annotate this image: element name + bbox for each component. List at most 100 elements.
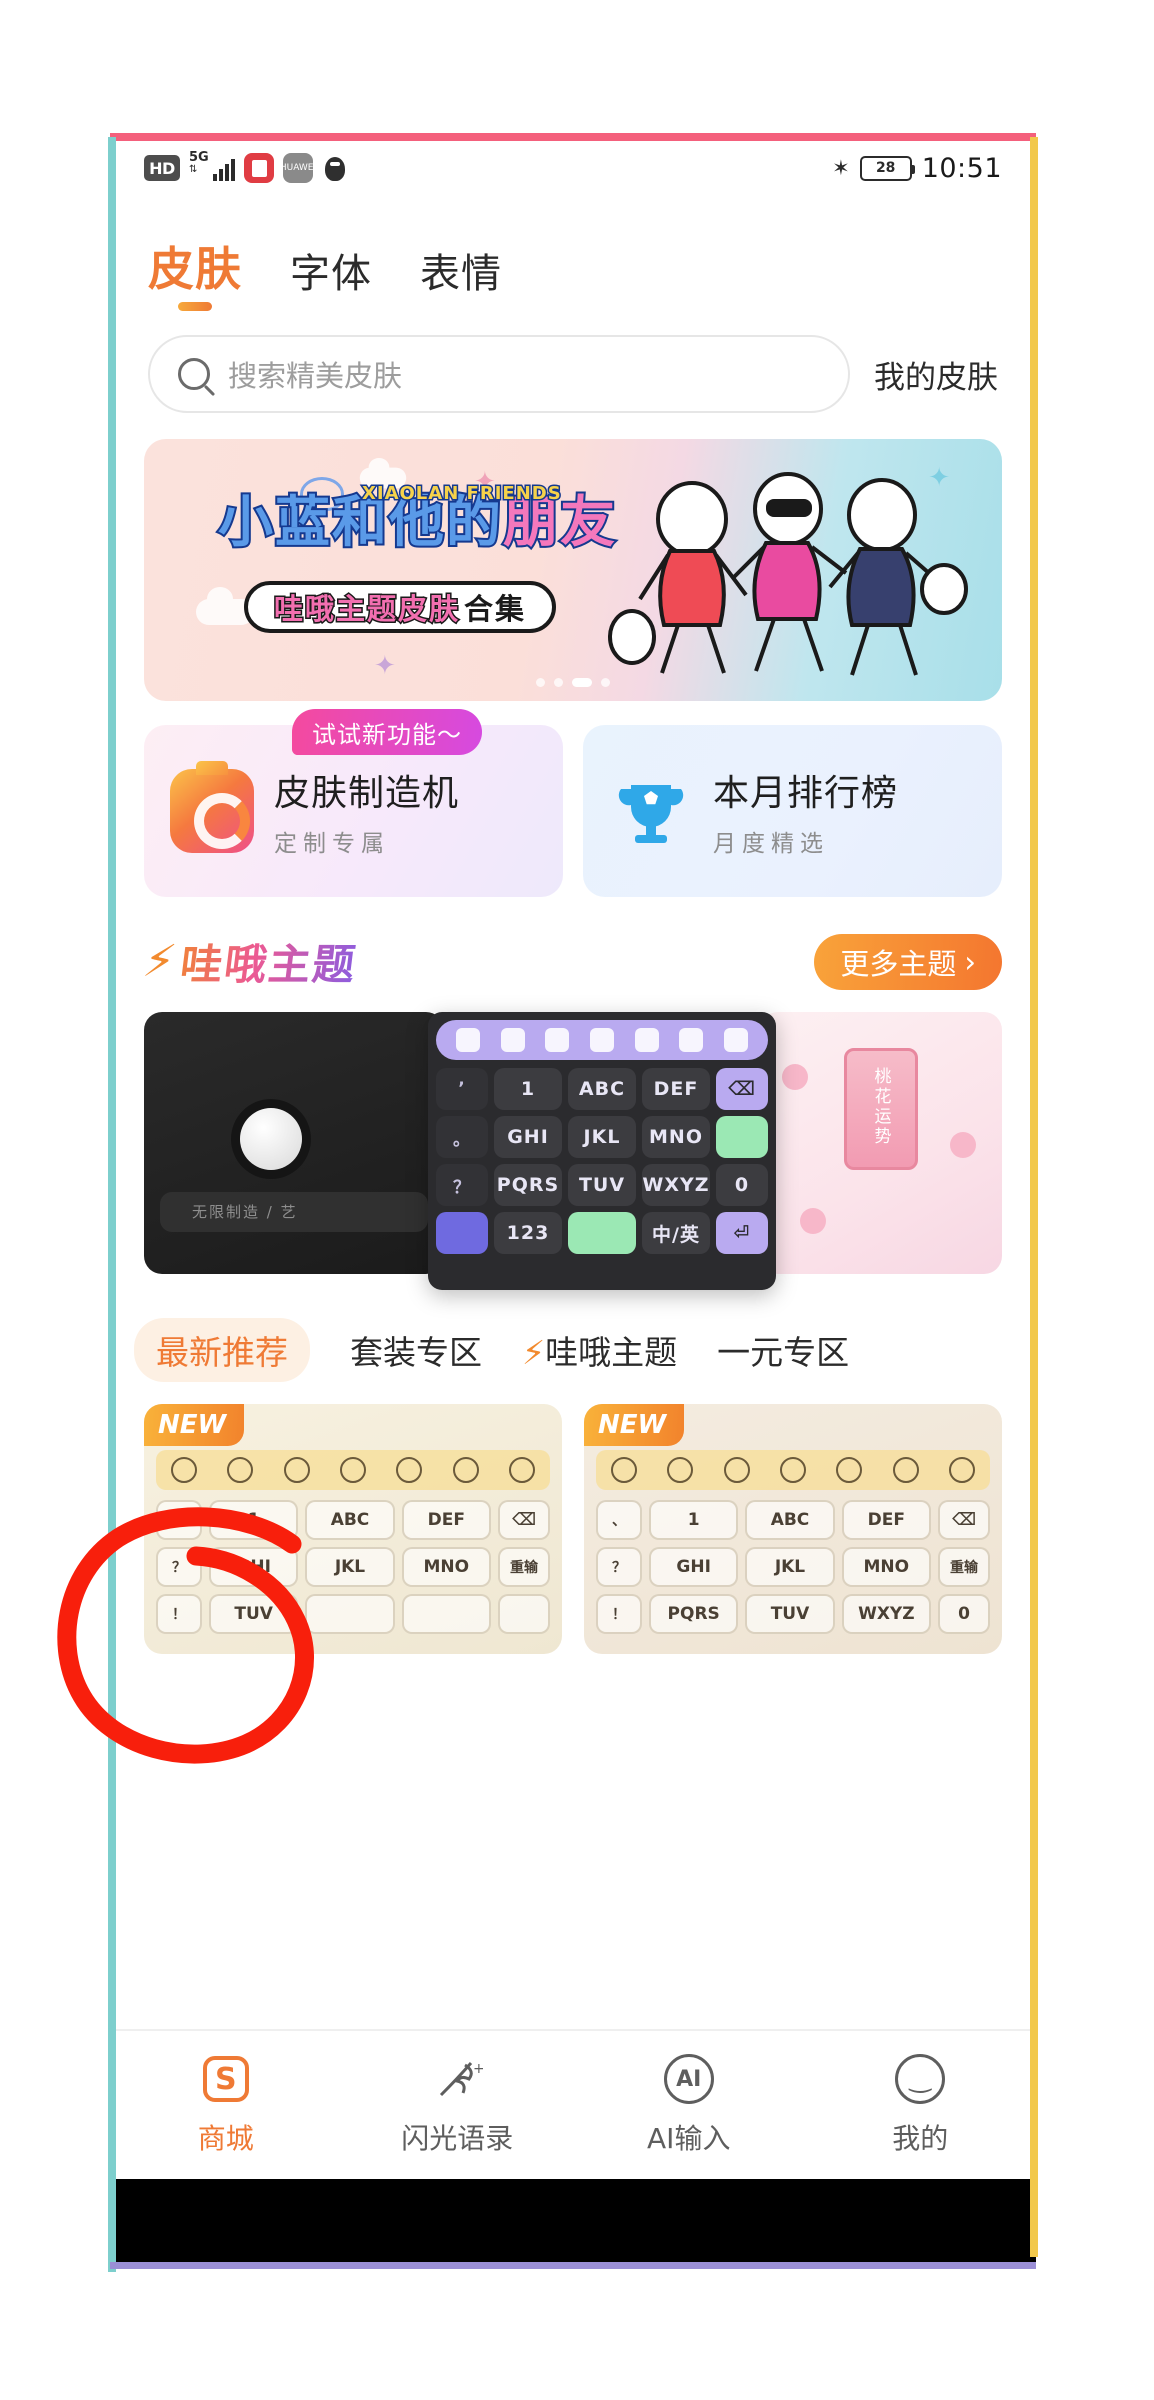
mic-icon [339, 1457, 366, 1483]
monthly-ranking-card[interactable]: 本月排行榜 月度精选 [583, 725, 1002, 897]
category-tab-latest[interactable]: 最新推荐 [134, 1318, 310, 1382]
kb-key-punct[interactable]: ？ [436, 1164, 488, 1206]
skin-key-tuv[interactable]: TUV [209, 1594, 299, 1634]
my-skins-button[interactable]: 我的皮肤 [874, 352, 998, 397]
kb-key-wxyz[interactable]: WXYZ [642, 1164, 710, 1206]
kb-key-clear[interactable] [716, 1116, 768, 1158]
bluetooth-icon: ✶ [832, 155, 850, 180]
skin-key-wxyz[interactable]: WXYZ [841, 1594, 931, 1634]
skin-key-mno[interactable]: MNO [841, 1547, 931, 1587]
more-themes-label: 更多主题 [840, 946, 957, 981]
theme-preview-keyboard[interactable]: ’ 1 ABC DEF ⌫ 。 GHI JKL MNO ？ PQRS TUV W… [428, 1012, 776, 1290]
skin-key-backspace[interactable]: ⌫ [498, 1500, 550, 1540]
skin-key-punct[interactable]: ！ [596, 1594, 642, 1634]
more-themes-button[interactable]: 更多主题 › [814, 933, 1002, 990]
emoji-icon [227, 1457, 254, 1483]
nav-item-quotes-label: 闪光语录 [401, 2122, 514, 2155]
theme-preview-pink[interactable]: 桃花运势 [760, 1012, 1002, 1274]
skin-maker-subtitle: 定制专属 [274, 831, 390, 857]
skin-key-clear[interactable]: 重输 [938, 1547, 990, 1587]
search-row: 搜索精美皮肤 我的皮肤 [110, 315, 1036, 413]
skin-key-ghi[interactable]: GHI [209, 1547, 299, 1587]
category-tab-bundle[interactable]: 套装专区 [350, 1326, 482, 1374]
frame-edge-bottom [110, 2262, 1036, 2269]
theme-preview-dark[interactable]: 无限制造 / 艺 [144, 1012, 444, 1274]
skin-key-tuv[interactable]: TUV [745, 1594, 835, 1634]
tab-skins[interactable]: 皮肤 [148, 233, 242, 315]
category-tab-oneyuan[interactable]: 一元专区 [717, 1326, 849, 1374]
signal-5g-icon: 5G ⇅ [189, 151, 235, 183]
skin-key-abc[interactable]: ABC [305, 1500, 395, 1540]
kb-key-jkl[interactable]: JKL [568, 1116, 636, 1158]
smile-circle-icon: ‿ [894, 2053, 946, 2105]
kb-key-space[interactable] [568, 1212, 636, 1254]
kb-key-ghi[interactable]: GHI [494, 1116, 562, 1158]
battery-icon: 28 [859, 155, 915, 181]
skin-key-extra[interactable] [305, 1594, 395, 1634]
camera-icon [170, 761, 254, 853]
kb-key-def[interactable]: DEF [642, 1068, 710, 1110]
promo-banner[interactable]: ✦ ✦ ✦ 小蓝和他的朋友 XIAOLAN FRIENDS 哇哦主题皮肤 合集 [144, 439, 1002, 701]
skin-key-extra[interactable] [401, 1594, 491, 1634]
frame-edge-right [1030, 137, 1038, 2257]
skin-key-backspace[interactable]: ⌫ [938, 1500, 990, 1540]
skin-key-abc[interactable]: ABC [745, 1500, 835, 1540]
skin-key-punct[interactable]: ？ [156, 1547, 202, 1587]
kb-key-mno[interactable]: MNO [642, 1116, 710, 1158]
skin-key-0[interactable]: 0 [938, 1594, 990, 1634]
theme-carousel: 无限制造 / 艺 ’ 1 ABC DEF ⌫ 。 GHI JKL MNO ？ P… [110, 992, 1036, 1290]
skin-card[interactable]: NEW 、 1 ABC DEF ⌫ ？ GHI [584, 1404, 1002, 1654]
kb-key-123[interactable]: 123 [494, 1212, 562, 1254]
skin-key-pqrs[interactable]: PQRS [649, 1594, 739, 1634]
skin-key-punct[interactable]: ？ [596, 1547, 642, 1587]
skin-key-mno[interactable]: MNO [401, 1547, 491, 1587]
skin-key-1[interactable]: 1 [649, 1500, 739, 1540]
phone-screen: HD 5G ⇅ HUAWEI ✶ 28 10:51 皮肤 字体 表情 搜索精美皮… [110, 137, 1036, 2267]
skin-maker-card[interactable]: 试试新功能～ 皮肤制造机 定制专属 [144, 709, 563, 897]
status-bar: HD 5G ⇅ HUAWEI ✶ 28 10:51 [110, 137, 1036, 199]
handwriting-icon [396, 1457, 423, 1483]
kb-key-0[interactable]: 0 [716, 1164, 768, 1206]
skin-key-clear[interactable]: 重输 [498, 1547, 550, 1587]
search-input[interactable]: 搜索精美皮肤 [148, 335, 850, 413]
skin-key-def[interactable]: DEF [401, 1500, 491, 1540]
skin-key-punct[interactable]: 、 [156, 1500, 202, 1540]
skin-key-extra[interactable] [498, 1594, 550, 1634]
fortune-card-decor: 桃花运势 [844, 1048, 918, 1170]
kb-key-abc[interactable]: ABC [568, 1068, 636, 1110]
handwriting-icon [634, 1028, 659, 1052]
tab-fonts[interactable]: 字体 [290, 241, 372, 315]
tab-active-underline [178, 302, 212, 311]
skin-key-def[interactable]: DEF [841, 1500, 931, 1540]
skin-key-jkl[interactable]: JKL [305, 1547, 395, 1587]
kb-key-pqrs[interactable]: PQRS [494, 1164, 562, 1206]
skin-key-punct[interactable]: 、 [596, 1500, 642, 1540]
kb-key-tuv[interactable]: TUV [568, 1164, 636, 1206]
nav-item-quotes[interactable]: + 闪光语录 [342, 2053, 574, 2157]
nav-item-mine[interactable]: ‿ 我的 [805, 2053, 1037, 2157]
nav-item-ai[interactable]: AI AI输入 [573, 2053, 805, 2157]
kb-key-punct[interactable]: ’ [436, 1068, 488, 1110]
skin-key-ghi[interactable]: GHI [649, 1547, 739, 1587]
search-icon [679, 1028, 704, 1052]
nav-item-store[interactable]: S 商城 [110, 2053, 342, 2157]
flower-decor-icon [782, 1064, 808, 1090]
category-tab-waoh[interactable]: ⚡哇哦主题 [522, 1326, 677, 1374]
chevron-down-icon [948, 1457, 975, 1483]
kb-key-backspace[interactable]: ⌫ [716, 1068, 768, 1110]
kb-key-enter[interactable]: ⏎ [716, 1212, 768, 1254]
banner-subtitle-en: XIAOLAN FRIENDS [361, 482, 563, 506]
monthly-ranking-texts: 本月排行榜 月度精选 [713, 764, 898, 858]
banner-dots[interactable] [536, 678, 610, 687]
kb-key-lang[interactable]: 中/英 [642, 1212, 710, 1254]
tab-emoji[interactable]: 表情 [420, 241, 502, 315]
kb-key-symbols[interactable] [436, 1212, 488, 1254]
emoji-icon [667, 1457, 694, 1483]
kb-key-punct[interactable]: 。 [436, 1116, 488, 1158]
status-bar-right: ✶ 28 10:51 [832, 153, 1002, 184]
skin-key-jkl[interactable]: JKL [745, 1547, 835, 1587]
skin-key-1[interactable]: 1 [209, 1500, 299, 1540]
skin-card[interactable]: NEW 、 1 ABC DEF ⌫ ？ GHI [144, 1404, 562, 1654]
kb-key-1[interactable]: 1 [494, 1068, 562, 1110]
skin-key-punct[interactable]: ！ [156, 1594, 202, 1634]
